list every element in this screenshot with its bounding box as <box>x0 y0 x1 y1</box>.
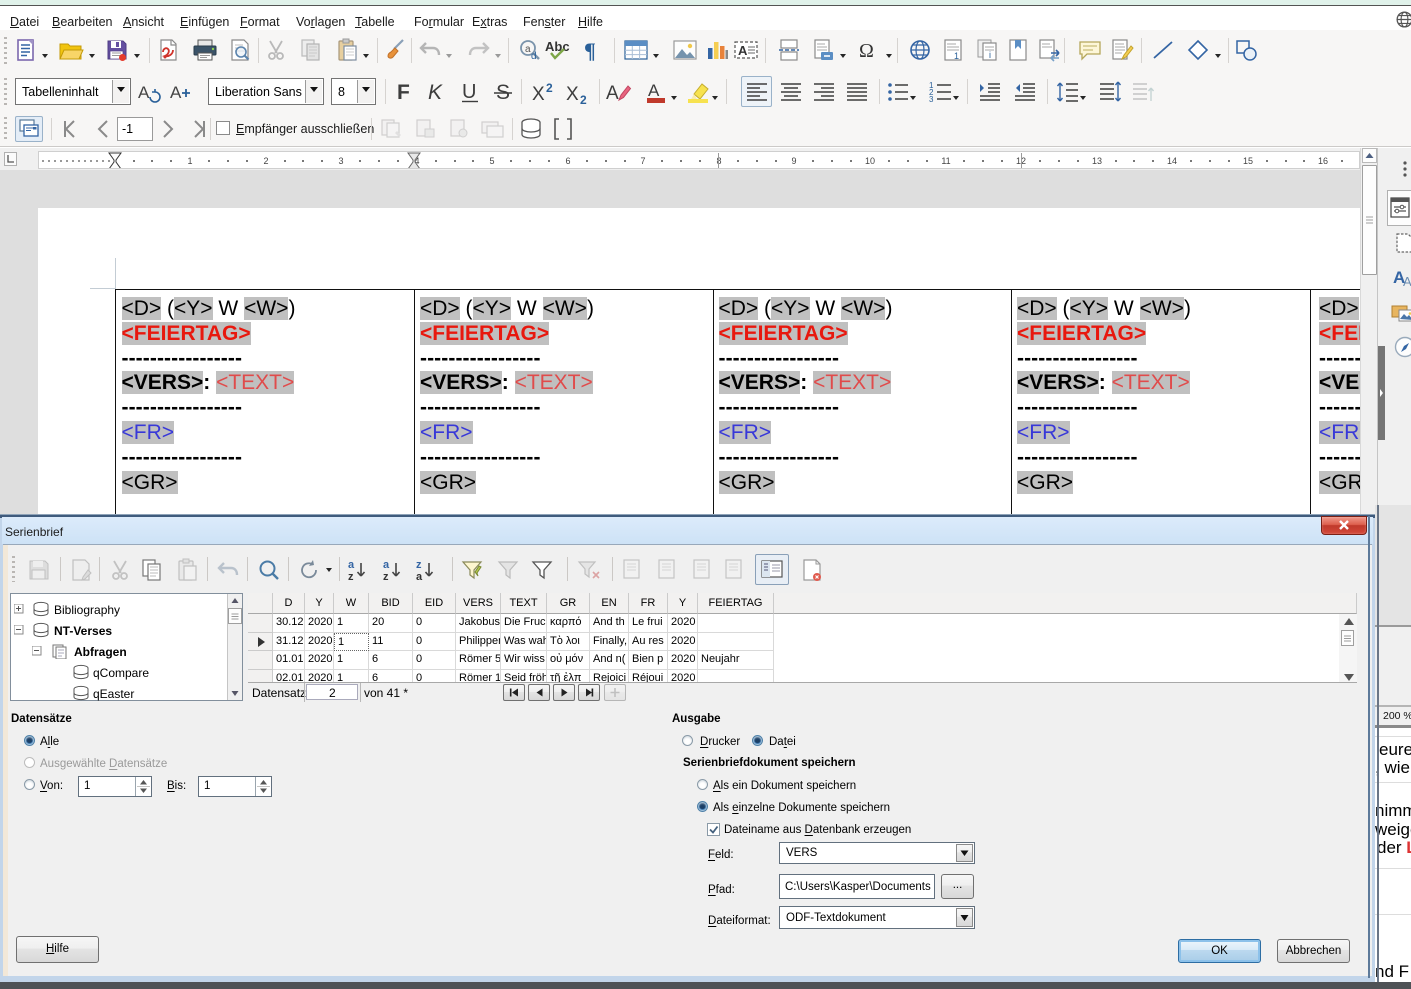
svg-text:2: 2 <box>580 93 587 104</box>
svg-text:X: X <box>532 84 545 104</box>
svg-text:a: a <box>383 559 390 571</box>
svg-text:A: A <box>138 83 150 102</box>
svg-text:Ω: Ω <box>859 40 874 62</box>
svg-text:X: X <box>566 84 579 104</box>
svg-text:2: 2 <box>546 81 553 95</box>
svg-text:A: A <box>170 83 182 102</box>
svg-text:U: U <box>462 81 476 103</box>
svg-text:a: a <box>348 559 355 571</box>
svg-text:1: 1 <box>954 51 959 61</box>
svg-text:a: a <box>416 571 423 582</box>
svg-text:z: z <box>416 559 422 571</box>
svg-text:A: A <box>648 81 660 100</box>
svg-text:i: i <box>989 50 991 60</box>
svg-text:3: 3 <box>929 95 934 104</box>
svg-text:A: A <box>738 43 748 58</box>
svg-text:d: d <box>531 51 537 62</box>
svg-text:A: A <box>606 83 619 104</box>
svg-text:¶: ¶ <box>584 38 596 62</box>
svg-text:Abc: Abc <box>545 39 570 54</box>
svg-text:A: A <box>1403 274 1411 289</box>
svg-text:z: z <box>383 571 389 582</box>
svg-text:z: z <box>348 571 354 582</box>
svg-text:F: F <box>397 81 410 104</box>
svg-text:K: K <box>428 81 443 104</box>
